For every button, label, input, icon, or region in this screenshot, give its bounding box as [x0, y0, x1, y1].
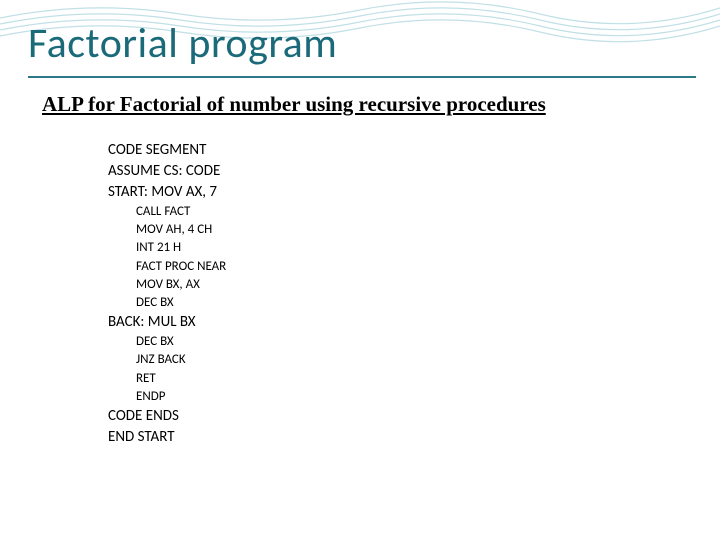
slide-title: Factorial program: [28, 18, 337, 69]
title-underline: [28, 76, 696, 78]
code-line: ASSUME CS: CODE: [108, 161, 226, 182]
code-line: DEC BX: [136, 333, 226, 351]
code-line: ENDP: [136, 388, 226, 406]
code-line: END START: [108, 427, 226, 448]
code-line: CALL FACT: [136, 203, 226, 221]
code-line: START: MOV AX, 7: [108, 182, 226, 203]
code-block: CODE SEGMENT ASSUME CS: CODE START: MOV …: [108, 140, 226, 448]
code-line: JNZ BACK: [136, 351, 226, 369]
code-line: MOV BX, AX: [136, 276, 226, 294]
code-line: MOV AH, 4 CH: [136, 221, 226, 239]
slide-subtitle: ALP for Factorial of number using recurs…: [42, 92, 546, 117]
code-line: RET: [136, 370, 226, 388]
code-line: FACT PROC NEAR: [136, 258, 226, 276]
code-line: CODE ENDS: [108, 406, 226, 427]
code-line: INT 21 H: [136, 239, 226, 257]
code-line: CODE SEGMENT: [108, 140, 226, 161]
code-line: BACK: MUL BX: [108, 312, 226, 333]
code-line: DEC BX: [136, 294, 226, 312]
